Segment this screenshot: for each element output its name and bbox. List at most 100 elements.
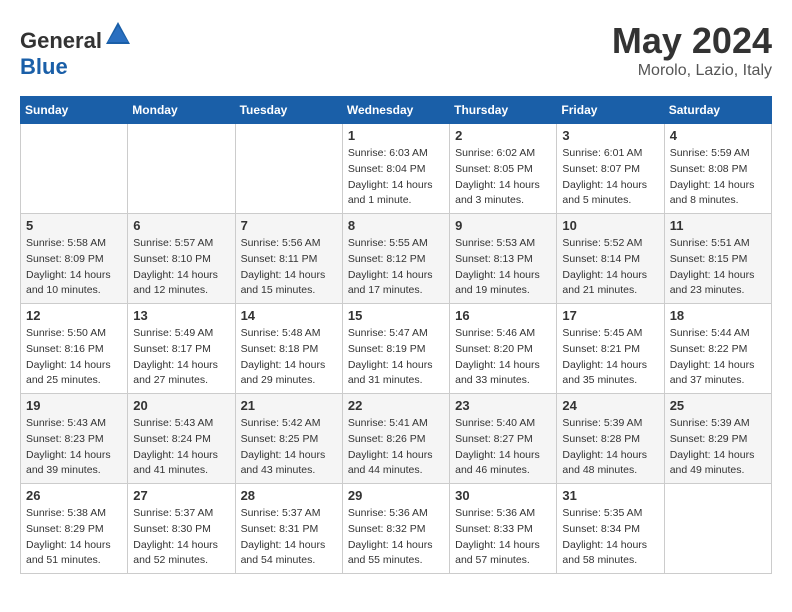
day-number: 27 xyxy=(133,488,229,503)
day-number: 28 xyxy=(241,488,337,503)
calendar-week-3: 12 Sunrise: 5:50 AM Sunset: 8:16 PM Dayli… xyxy=(21,304,772,394)
calendar-cell: 28 Sunrise: 5:37 AM Sunset: 8:31 PM Dayli… xyxy=(235,484,342,574)
day-info: Sunrise: 5:50 AM Sunset: 8:16 PM Dayligh… xyxy=(26,326,122,389)
day-number: 10 xyxy=(562,218,658,233)
day-info: Sunrise: 5:41 AM Sunset: 8:26 PM Dayligh… xyxy=(348,416,444,479)
logo-icon xyxy=(104,20,132,48)
day-info: Sunrise: 6:01 AM Sunset: 8:07 PM Dayligh… xyxy=(562,146,658,209)
calendar-cell xyxy=(128,124,235,214)
day-info: Sunrise: 5:58 AM Sunset: 8:09 PM Dayligh… xyxy=(26,236,122,299)
day-info: Sunrise: 5:49 AM Sunset: 8:17 PM Dayligh… xyxy=(133,326,229,389)
day-info: Sunrise: 5:43 AM Sunset: 8:23 PM Dayligh… xyxy=(26,416,122,479)
calendar-cell: 6 Sunrise: 5:57 AM Sunset: 8:10 PM Daylig… xyxy=(128,214,235,304)
logo: General Blue xyxy=(20,20,132,80)
day-info: Sunrise: 6:03 AM Sunset: 8:04 PM Dayligh… xyxy=(348,146,444,209)
day-header-sunday: Sunday xyxy=(21,97,128,124)
calendar-cell xyxy=(664,484,771,574)
logo-general: General xyxy=(20,28,102,53)
calendar-cell: 10 Sunrise: 5:52 AM Sunset: 8:14 PM Dayli… xyxy=(557,214,664,304)
calendar-cell: 25 Sunrise: 5:39 AM Sunset: 8:29 PM Dayli… xyxy=(664,394,771,484)
calendar-cell: 15Sunrise: 5:47 AM Sunset: 8:19 PM Dayli… xyxy=(342,304,449,394)
calendar-cell: 24 Sunrise: 5:39 AM Sunset: 8:28 PM Dayli… xyxy=(557,394,664,484)
calendar-cell: 19 Sunrise: 5:43 AM Sunset: 8:23 PM Dayli… xyxy=(21,394,128,484)
page-header: General Blue May 2024 Morolo, Lazio, Ita… xyxy=(20,20,772,80)
day-info: Sunrise: 5:55 AM Sunset: 8:12 PM Dayligh… xyxy=(348,236,444,299)
day-number: 31 xyxy=(562,488,658,503)
calendar-cell: 11Sunrise: 5:51 AM Sunset: 8:15 PM Dayli… xyxy=(664,214,771,304)
day-header-friday: Friday xyxy=(557,97,664,124)
day-info: Sunrise: 5:52 AM Sunset: 8:14 PM Dayligh… xyxy=(562,236,658,299)
calendar-cell: 7 Sunrise: 5:56 AM Sunset: 8:11 PM Daylig… xyxy=(235,214,342,304)
day-info: Sunrise: 5:39 AM Sunset: 8:29 PM Dayligh… xyxy=(670,416,766,479)
calendar-cell: 20Sunrise: 5:43 AM Sunset: 8:24 PM Dayli… xyxy=(128,394,235,484)
day-number: 20 xyxy=(133,398,229,413)
day-info: Sunrise: 5:56 AM Sunset: 8:11 PM Dayligh… xyxy=(241,236,337,299)
day-info: Sunrise: 5:45 AM Sunset: 8:21 PM Dayligh… xyxy=(562,326,658,389)
day-number: 21 xyxy=(241,398,337,413)
day-number: 24 xyxy=(562,398,658,413)
day-number: 4 xyxy=(670,128,766,143)
day-info: Sunrise: 5:42 AM Sunset: 8:25 PM Dayligh… xyxy=(241,416,337,479)
calendar-week-2: 5 Sunrise: 5:58 AM Sunset: 8:09 PM Daylig… xyxy=(21,214,772,304)
day-number: 3 xyxy=(562,128,658,143)
day-info: Sunrise: 5:57 AM Sunset: 8:10 PM Dayligh… xyxy=(133,236,229,299)
calendar-cell: 1 Sunrise: 6:03 AM Sunset: 8:04 PM Daylig… xyxy=(342,124,449,214)
calendar-cell: 27 Sunrise: 5:37 AM Sunset: 8:30 PM Dayli… xyxy=(128,484,235,574)
day-number: 23 xyxy=(455,398,551,413)
day-number: 18 xyxy=(670,308,766,323)
day-info: Sunrise: 5:40 AM Sunset: 8:27 PM Dayligh… xyxy=(455,416,551,479)
day-number: 14 xyxy=(241,308,337,323)
day-number: 6 xyxy=(133,218,229,233)
day-number: 30 xyxy=(455,488,551,503)
day-number: 22 xyxy=(348,398,444,413)
calendar-cell: 3 Sunrise: 6:01 AM Sunset: 8:07 PM Daylig… xyxy=(557,124,664,214)
day-header-monday: Monday xyxy=(128,97,235,124)
calendar-cell: 4 Sunrise: 5:59 AM Sunset: 8:08 PM Daylig… xyxy=(664,124,771,214)
day-number: 25 xyxy=(670,398,766,413)
day-number: 12 xyxy=(26,308,122,323)
logo-blue: Blue xyxy=(20,54,68,79)
day-number: 13 xyxy=(133,308,229,323)
month-title: May 2024 xyxy=(612,20,772,62)
day-info: Sunrise: 5:46 AM Sunset: 8:20 PM Dayligh… xyxy=(455,326,551,389)
calendar-cell xyxy=(21,124,128,214)
day-number: 9 xyxy=(455,218,551,233)
day-number: 1 xyxy=(348,128,444,143)
day-number: 29 xyxy=(348,488,444,503)
day-header-thursday: Thursday xyxy=(450,97,557,124)
title-block: May 2024 Morolo, Lazio, Italy xyxy=(612,20,772,80)
day-number: 16 xyxy=(455,308,551,323)
day-info: Sunrise: 5:53 AM Sunset: 8:13 PM Dayligh… xyxy=(455,236,551,299)
day-number: 19 xyxy=(26,398,122,413)
calendar-cell: 5 Sunrise: 5:58 AM Sunset: 8:09 PM Daylig… xyxy=(21,214,128,304)
day-info: Sunrise: 5:59 AM Sunset: 8:08 PM Dayligh… xyxy=(670,146,766,209)
day-number: 2 xyxy=(455,128,551,143)
day-number: 17 xyxy=(562,308,658,323)
calendar-table: SundayMondayTuesdayWednesdayThursdayFrid… xyxy=(20,96,772,574)
calendar-cell: 14Sunrise: 5:48 AM Sunset: 8:18 PM Dayli… xyxy=(235,304,342,394)
day-info: Sunrise: 5:44 AM Sunset: 8:22 PM Dayligh… xyxy=(670,326,766,389)
day-header-wednesday: Wednesday xyxy=(342,97,449,124)
day-info: Sunrise: 5:36 AM Sunset: 8:33 PM Dayligh… xyxy=(455,506,551,569)
calendar-cell: 26Sunrise: 5:38 AM Sunset: 8:29 PM Dayli… xyxy=(21,484,128,574)
day-info: Sunrise: 5:51 AM Sunset: 8:15 PM Dayligh… xyxy=(670,236,766,299)
day-info: Sunrise: 6:02 AM Sunset: 8:05 PM Dayligh… xyxy=(455,146,551,209)
day-number: 5 xyxy=(26,218,122,233)
calendar-week-5: 26Sunrise: 5:38 AM Sunset: 8:29 PM Dayli… xyxy=(21,484,772,574)
day-info: Sunrise: 5:37 AM Sunset: 8:30 PM Dayligh… xyxy=(133,506,229,569)
calendar-cell: 17 Sunrise: 5:45 AM Sunset: 8:21 PM Dayli… xyxy=(557,304,664,394)
calendar-cell: 22 Sunrise: 5:41 AM Sunset: 8:26 PM Dayli… xyxy=(342,394,449,484)
calendar-cell: 23 Sunrise: 5:40 AM Sunset: 8:27 PM Dayli… xyxy=(450,394,557,484)
calendar-cell: 9 Sunrise: 5:53 AM Sunset: 8:13 PM Daylig… xyxy=(450,214,557,304)
calendar-cell: 12 Sunrise: 5:50 AM Sunset: 8:16 PM Dayli… xyxy=(21,304,128,394)
calendar-week-1: 1 Sunrise: 6:03 AM Sunset: 8:04 PM Daylig… xyxy=(21,124,772,214)
calendar-cell: 13 Sunrise: 5:49 AM Sunset: 8:17 PM Dayli… xyxy=(128,304,235,394)
calendar-cell: 2 Sunrise: 6:02 AM Sunset: 8:05 PM Daylig… xyxy=(450,124,557,214)
calendar-cell: 18 Sunrise: 5:44 AM Sunset: 8:22 PM Dayli… xyxy=(664,304,771,394)
day-number: 15 xyxy=(348,308,444,323)
day-info: Sunrise: 5:35 AM Sunset: 8:34 PM Dayligh… xyxy=(562,506,658,569)
day-info: Sunrise: 5:39 AM Sunset: 8:28 PM Dayligh… xyxy=(562,416,658,479)
day-info: Sunrise: 5:37 AM Sunset: 8:31 PM Dayligh… xyxy=(241,506,337,569)
logo-text: General Blue xyxy=(20,20,132,80)
day-number: 7 xyxy=(241,218,337,233)
